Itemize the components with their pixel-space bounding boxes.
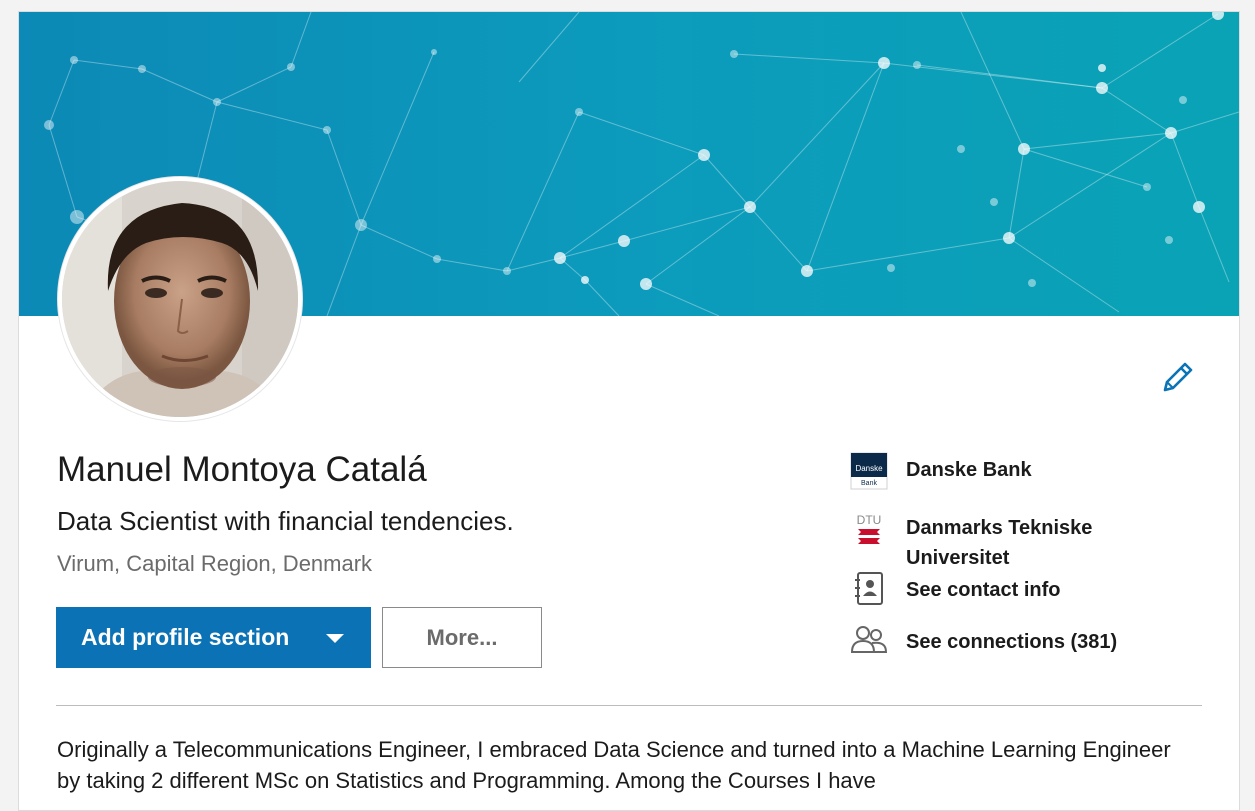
profile-name: Manuel Montoya Catalá bbox=[57, 450, 427, 489]
danske-logo-text-1: Danske bbox=[855, 464, 883, 473]
contact-book-icon bbox=[850, 570, 888, 608]
caret-down-icon bbox=[326, 634, 344, 643]
add-profile-section-label: Add profile section bbox=[81, 624, 290, 650]
dtu-logo: DTU bbox=[850, 510, 888, 548]
profile-avatar[interactable] bbox=[58, 177, 302, 421]
connections-label: See connections (381) bbox=[906, 631, 1118, 653]
profile-card: Manuel Montoya Catalá Data Scientist wit… bbox=[18, 11, 1240, 811]
profile-location: Virum, Capital Region, Denmark bbox=[57, 551, 373, 576]
school-name: Danmarks Tekniske Universitet bbox=[906, 517, 1093, 569]
contact-info-label: See contact info bbox=[906, 579, 1061, 601]
profile-summary: Originally a Telecommunications Engineer… bbox=[57, 737, 1171, 793]
edit-profile-button[interactable] bbox=[1159, 360, 1195, 396]
add-profile-section-button[interactable]: Add profile section bbox=[56, 607, 371, 668]
people-icon bbox=[850, 622, 888, 660]
danske-bank-logo: Danske Bank bbox=[850, 452, 888, 490]
profile-headline: Data Scientist with financial tendencies… bbox=[57, 506, 514, 536]
pencil-icon bbox=[1163, 362, 1193, 392]
dtu-logo-text: DTU bbox=[857, 513, 882, 527]
company-name: Danske Bank bbox=[906, 459, 1032, 481]
more-button[interactable]: More... bbox=[382, 607, 542, 668]
danske-logo-text-2: Bank bbox=[861, 480, 877, 487]
section-divider bbox=[56, 705, 1202, 706]
